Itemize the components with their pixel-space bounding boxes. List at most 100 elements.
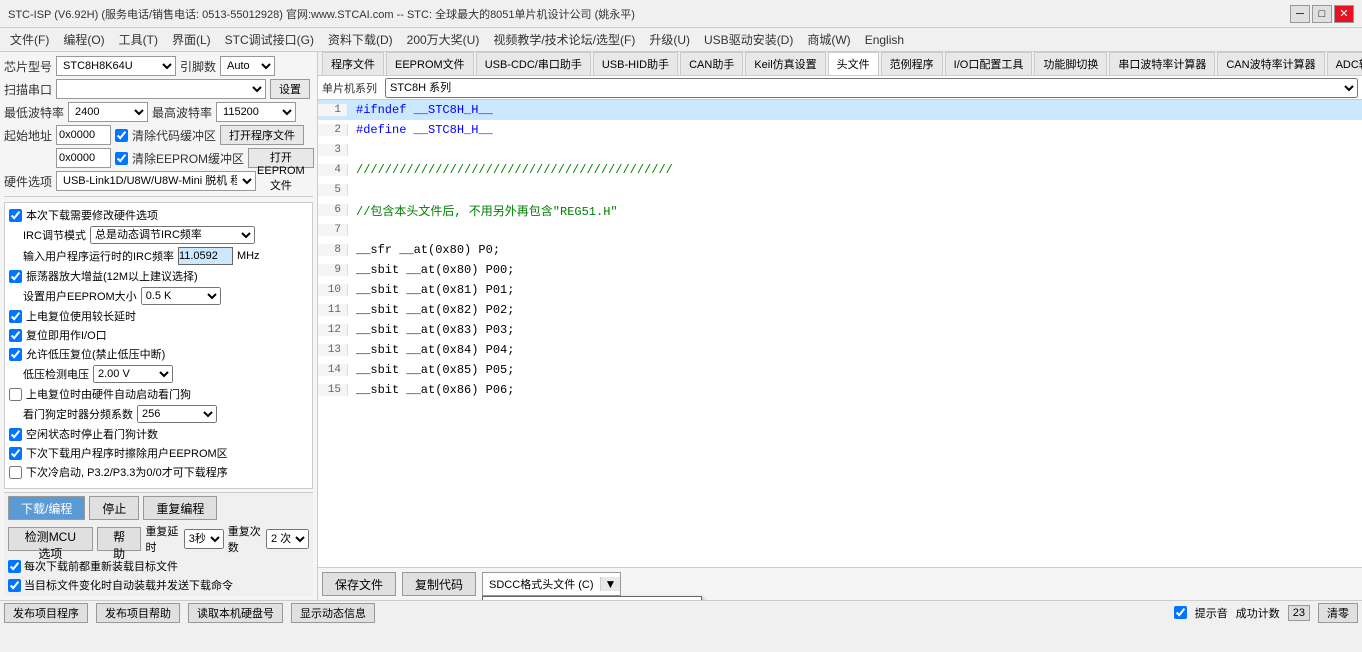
max-baud-select[interactable]: 115200	[216, 102, 296, 122]
hardware-select[interactable]: USB-Link1D/U8W/U8W-Mini 脱机 程序加 ▼	[56, 171, 256, 191]
tab-9[interactable]: 功能脚切换	[1034, 52, 1107, 75]
minimize-button[interactable]: ─	[1290, 5, 1310, 23]
read-hard-disk-button[interactable]: 读取本机硬盘号	[188, 603, 283, 623]
menu-item-视频教学/技术论坛/选型(F)[interactable]: 视频教学/技术论坛/选型(F)	[487, 29, 641, 50]
tab-12[interactable]: ADC转换速度 ◄	[1327, 52, 1362, 75]
tab-7[interactable]: 范例程序	[881, 52, 943, 75]
start-addr-input[interactable]	[56, 125, 111, 145]
success-count-label: 成功计数	[1236, 605, 1280, 621]
line-number-1: 1	[318, 104, 348, 116]
tab-8[interactable]: I/O口配置工具	[945, 52, 1033, 75]
line-number-14: 14	[318, 364, 348, 376]
tab-6[interactable]: 头文件	[828, 52, 879, 75]
copy-code-button[interactable]: 复制代码	[402, 572, 476, 596]
stop-button[interactable]: 停止	[89, 496, 139, 520]
modify-hardware-options-check[interactable]	[9, 209, 22, 222]
code-line-5: 5	[318, 180, 1362, 200]
code-text-15: __sbit __at(0x86) P06;	[348, 383, 514, 397]
low-voltage-row: 允许低压复位(禁止低压中断)	[9, 346, 308, 362]
help-button[interactable]: 帮助	[97, 527, 142, 551]
code-line-9: 9 __sbit __at(0x80) P00;	[318, 260, 1362, 280]
format-dropdown-container: SDCC格式头文件 (C) ▼ Keil格式头文件 (C) Keil格式头文件 …	[482, 572, 621, 596]
line-number-13: 13	[318, 344, 348, 356]
watchdog-row: 上电复位时由硬件自动启动看门狗	[9, 386, 308, 402]
show-dynamic-button[interactable]: 显示动态信息	[291, 603, 375, 623]
menu-item-升级(U)[interactable]: 升级(U)	[643, 29, 696, 50]
settings-button[interactable]: 设置	[270, 79, 310, 99]
code-text-12: __sbit __at(0x83) P03;	[348, 323, 514, 337]
save-file-button[interactable]: 保存文件	[322, 572, 396, 596]
clear-code-cache-check[interactable]	[115, 129, 128, 142]
next-boot-check[interactable]	[9, 466, 22, 479]
download-program-button[interactable]: 下载/编程	[8, 496, 85, 520]
idle-watchdog-check[interactable]	[9, 428, 22, 441]
code-text-10: __sbit __at(0x81) P01;	[348, 283, 514, 297]
open-eeprom-file-button[interactable]: 打开EEPROM文件	[248, 148, 314, 168]
menu-item-编程(O)[interactable]: 编程(O)	[57, 29, 110, 50]
erase-eeprom-check[interactable]	[9, 447, 22, 460]
menu-item-资料下载(D)[interactable]: 资料下载(D)	[322, 29, 399, 50]
eeprom-addr-input[interactable]	[56, 148, 111, 168]
irc-freq-input[interactable]	[178, 247, 233, 265]
tab-2[interactable]: USB-CDC/串口助手	[476, 52, 591, 75]
chip-label: 芯片型号	[4, 58, 52, 75]
dropdown-option-0[interactable]: Keil格式头文件 (C)	[483, 597, 701, 600]
tab-10[interactable]: 串口波特率计算器	[1109, 52, 1215, 75]
series-bar: 单片机系列 STC8H 系列	[318, 76, 1362, 100]
chip-select[interactable]: STC8H8K64U	[56, 56, 176, 76]
power-reset-long-check[interactable]	[9, 310, 22, 323]
code-line-10: 10 __sbit __at(0x81) P01;	[318, 280, 1362, 300]
bottom-bar: 下载/编程 停止 重复编程 检测MCU选项 帮助 重复延时 3秒 重复次数 2 …	[4, 492, 313, 596]
tab-1[interactable]: EEPROM文件	[386, 52, 474, 75]
sound-label: 提示音	[1195, 605, 1228, 621]
open-prog-file-button[interactable]: 打开程序文件	[220, 125, 304, 145]
menu-item-STC调试接口(G)[interactable]: STC调试接口(G)	[219, 29, 320, 50]
menu-item-English[interactable]: English	[859, 31, 910, 49]
clear-count-button[interactable]: 清零	[1318, 603, 1358, 623]
pin-count-label: 引脚数	[180, 58, 216, 75]
detect-mcu-button[interactable]: 检测MCU选项	[8, 527, 93, 551]
repeat-delay-select[interactable]: 3秒	[184, 529, 224, 549]
auto-download-check[interactable]	[8, 579, 21, 592]
sound-check[interactable]	[1174, 606, 1187, 619]
idle-watchdog-label: 空闲状态时停止看门狗计数	[26, 426, 158, 442]
tab-5[interactable]: Keil仿真设置	[745, 52, 825, 75]
menu-item-商城(W)[interactable]: 商城(W)	[801, 29, 856, 50]
eeprom-size-select[interactable]: 0.5 K	[141, 287, 221, 305]
tab-0[interactable]: 程序文件	[322, 52, 384, 75]
publish-project-button[interactable]: 发布项目程序	[4, 603, 88, 623]
close-button[interactable]: ✕	[1334, 5, 1354, 23]
watchdog-div-select[interactable]: 256	[137, 405, 217, 423]
clear-eeprom-cache-check[interactable]	[115, 152, 128, 165]
menu-item-200万大奖(U)[interactable]: 200万大奖(U)	[401, 29, 486, 50]
amplifier-check[interactable]	[9, 270, 22, 283]
scan-port-select[interactable]	[56, 79, 266, 99]
tab-bar: 程序文件EEPROM文件USB-CDC/串口助手USB-HID助手CAN助手Ke…	[318, 52, 1362, 76]
reset-prog-button[interactable]: 重复编程	[143, 496, 217, 520]
code-text-9: __sbit __at(0x80) P00;	[348, 263, 514, 277]
dropdown-arrow[interactable]: ▼	[600, 577, 621, 591]
reload-every-check[interactable]	[8, 560, 21, 573]
pin-count-select[interactable]: Auto	[220, 56, 275, 76]
menu-item-文件(F)[interactable]: 文件(F)	[4, 29, 55, 50]
voltage-detect-select[interactable]: 2.00 V	[93, 365, 173, 383]
repeat-count-select[interactable]: 2 次	[266, 529, 309, 549]
tab-4[interactable]: CAN助手	[680, 52, 743, 75]
low-voltage-check[interactable]	[9, 348, 22, 361]
publish-help-button[interactable]: 发布项目帮助	[96, 603, 180, 623]
menu-item-界面(L)[interactable]: 界面(L)	[166, 29, 217, 50]
reset-p1-check[interactable]	[9, 329, 22, 342]
min-baud-select[interactable]: 2400	[68, 102, 148, 122]
menu-item-工具(T)[interactable]: 工具(T)	[113, 29, 164, 50]
tab-11[interactable]: CAN波特率计算器	[1217, 52, 1324, 75]
irc-freq-label: 输入用户程序运行时的IRC频率	[9, 248, 174, 264]
menu-item-USB驱动安装(D)[interactable]: USB驱动安装(D)	[698, 29, 799, 50]
erase-eeprom-row: 下次下载用户程序时擦除用户EEPROM区	[9, 445, 308, 461]
irc-mode-select[interactable]: 总是动态调节IRC频率	[90, 226, 255, 244]
tab-3[interactable]: USB-HID助手	[593, 52, 678, 75]
series-label: 单片机系列	[322, 80, 377, 96]
maximize-button[interactable]: □	[1312, 5, 1332, 23]
eeprom-size-row: 设置用户EEPROM大小 0.5 K	[9, 287, 308, 305]
watchdog-check[interactable]	[9, 388, 22, 401]
series-select[interactable]: STC8H 系列	[385, 78, 1358, 98]
